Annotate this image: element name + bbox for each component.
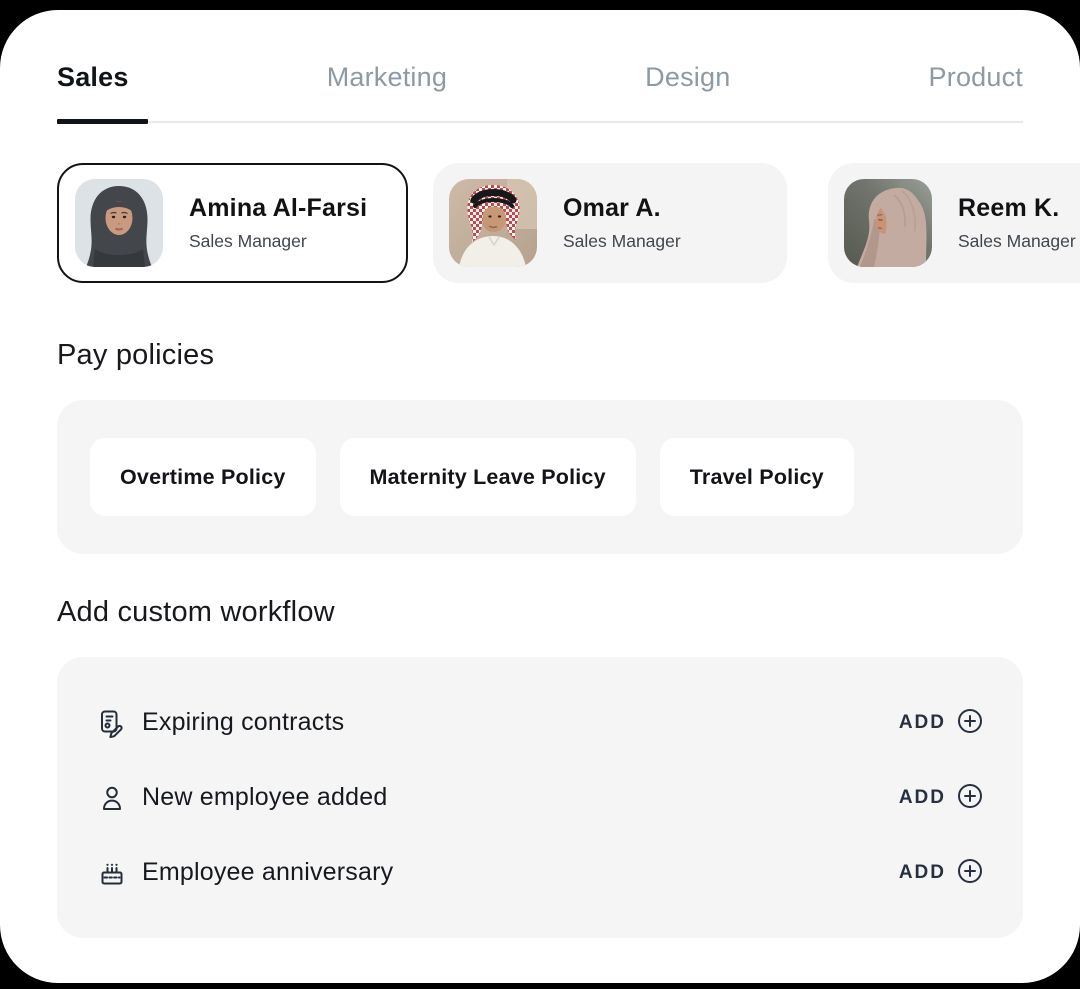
active-tab-indicator [57,119,148,124]
workflow-label: Employee anniversary [142,858,393,887]
tab-design[interactable]: Design [645,62,730,93]
policy-pill-travel[interactable]: Travel Policy [660,438,854,516]
pay-policies-panel: Overtime Policy Maternity Leave Policy T… [57,400,1023,554]
team-cards-row: Amina Al-Farsi Sales Manager [57,163,1023,283]
plus-circle-icon [957,708,983,737]
avatar-woman-tan-hijab [844,179,932,267]
employee-role: Sales Manager [563,231,681,252]
employee-card-reem[interactable]: Reem K. Sales Manager [828,163,1080,283]
tab-product[interactable]: Product [929,62,1023,93]
employee-role: Sales Manager [189,231,367,252]
policy-pill-maternity[interactable]: Maternity Leave Policy [340,438,636,516]
employee-name: Amina Al-Farsi [189,194,367,223]
custom-workflow-title: Add custom workflow [57,596,1023,629]
workflow-row-anniversary[interactable]: Employee anniversary ADD [97,835,983,910]
tab-marketing[interactable]: Marketing [327,62,447,93]
birthday-cake-icon [97,858,127,888]
plus-circle-icon [957,783,983,812]
add-label: ADD [899,712,946,734]
custom-workflow-panel: Expiring contracts ADD [57,657,1023,938]
avatar-man-red-keffiyeh [449,179,537,267]
add-workflow-button-expiring-contracts[interactable]: ADD [899,708,983,737]
employee-role: Sales Manager [958,231,1076,252]
pay-policies-title: Pay policies [57,339,1023,372]
employee-card-omar[interactable]: Omar A. Sales Manager [433,163,787,283]
employee-card-amina[interactable]: Amina Al-Farsi Sales Manager [57,163,408,283]
app-window: Sales Marketing Design Product [0,10,1080,983]
tab-sales[interactable]: Sales [57,62,129,93]
add-label: ADD [899,787,946,809]
employee-name: Reem K. [958,194,1076,223]
plus-circle-icon [957,858,983,887]
avatar-woman-dark-hijab [75,179,163,267]
workflow-label: Expiring contracts [142,708,344,737]
workflow-row-expiring-contracts[interactable]: Expiring contracts ADD [97,685,983,760]
person-icon [97,783,127,813]
employee-name: Omar A. [563,194,681,223]
policy-pill-overtime[interactable]: Overtime Policy [90,438,316,516]
add-workflow-button-anniversary[interactable]: ADD [899,858,983,887]
department-tabbar: Sales Marketing Design Product [57,62,1023,123]
contract-edit-icon [97,708,127,738]
add-workflow-button-new-employee[interactable]: ADD [899,783,983,812]
workflow-label: New employee added [142,783,387,812]
workflow-row-new-employee[interactable]: New employee added ADD [97,760,983,835]
add-label: ADD [899,862,946,884]
